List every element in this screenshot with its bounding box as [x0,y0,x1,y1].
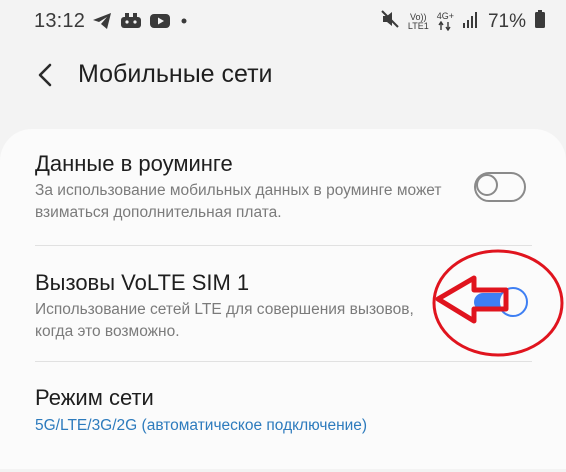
game-controller-icon [120,12,142,35]
battery-percent: 71% [487,10,526,32]
app-header: Мобильные сети [0,50,566,102]
page-title: Мобильные сети [78,60,273,88]
setting-volte[interactable]: Вызовы VoLTE SIM 1 Использование сетей L… [0,246,566,361]
network-mode-value: 5G/LTE/3G/2G (автоматическое подключение… [35,417,368,434]
toggle-thumb [498,287,528,317]
volte-icon: Vo)) LTE1 [407,12,429,31]
notification-icons [92,12,190,35]
status-time: 13:12 [34,10,86,32]
volte-description: Использование сетей LTE для совершения в… [35,301,414,340]
dot-icon [178,13,190,34]
settings-card: Данные в роуминге За использование мобил… [0,129,566,469]
youtube-icon [150,13,170,34]
telegram-icon [92,12,112,35]
mute-icon [380,9,400,34]
roaming-description: За использование мобильных данных в роум… [35,182,442,221]
network-mode-title: Режим сети [35,385,154,410]
roaming-title: Данные в роуминге [35,151,233,176]
back-button[interactable] [32,60,60,90]
volte-label-bottom: LTE1 [407,20,429,31]
roaming-toggle[interactable] [474,172,526,202]
signal-icon [462,9,480,34]
setting-network-mode[interactable]: Режим сети 5G/LTE/3G/2G (автоматическое … [0,362,566,472]
toggle-thumb [476,174,498,196]
network-type-label: 4G+ [436,11,454,21]
4g-data-icon: 4G+ [437,12,454,31]
volte-toggle[interactable] [474,287,528,317]
back-arrow-icon [38,63,52,87]
setting-roaming[interactable]: Данные в роуминге За использование мобил… [0,129,566,245]
status-bar: 13:12 Vo)) LTE1 4G+ 71% [0,0,566,44]
volte-title: Вызовы VoLTE SIM 1 [35,270,250,295]
system-icons: Vo)) LTE1 4G+ 71% [380,9,546,34]
battery-icon [534,9,546,34]
